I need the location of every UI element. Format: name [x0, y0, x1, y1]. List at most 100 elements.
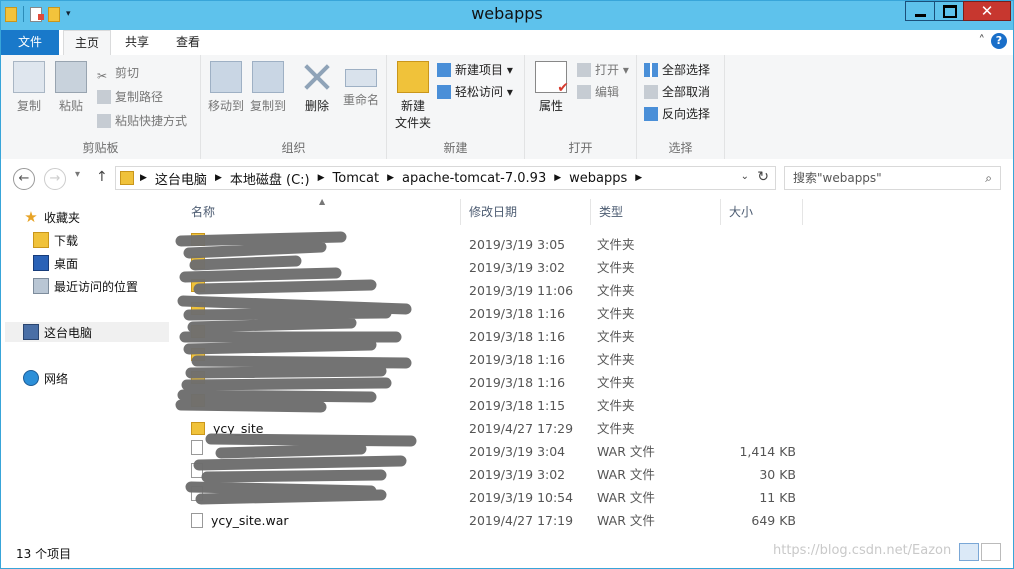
file-size: 649 KB [751, 513, 796, 528]
file-date: 2019/3/18 1:16 [469, 306, 566, 321]
view-toggle [959, 543, 1001, 561]
open-label: 打开 [595, 63, 620, 77]
rename-label: 重命名 [342, 93, 379, 107]
desktop-icon [33, 255, 49, 271]
move-to-button[interactable]: 移动到 [205, 61, 247, 114]
refresh-icon[interactable]: ↻ [757, 169, 769, 185]
properties-label: 属性 [538, 99, 563, 113]
new-folder-button[interactable]: 新建 文件夹 [391, 61, 435, 131]
back-button[interactable]: ← [13, 168, 35, 190]
breadcrumb-arrow-icon[interactable]: ▶ [554, 173, 561, 183]
properties-button[interactable]: 属性 [531, 61, 571, 114]
collapse-ribbon-icon[interactable]: ˄ [979, 34, 986, 49]
up-arrow-icon[interactable]: ↑ [96, 169, 108, 185]
network-icon [23, 370, 39, 386]
search-input[interactable]: 搜索"webapps" ⌕ [784, 166, 1001, 190]
nav-network-label: 网络 [44, 371, 69, 386]
file-date: 2019/3/18 1:16 [469, 329, 566, 344]
minimize-button[interactable] [905, 1, 935, 21]
file-date: 2019/3/19 11:06 [469, 283, 574, 298]
file-date: 2019/3/19 3:05 [469, 237, 566, 252]
easy-access-button[interactable]: 轻松访问 ▾ [437, 82, 513, 102]
nav-this-pc[interactable]: 这台电脑 [5, 322, 169, 342]
select-none-icon [644, 85, 658, 99]
tab-home[interactable]: 主页 [63, 30, 111, 56]
nav-desktop-label: 桌面 [54, 256, 79, 271]
item-count: 13 个项目 [16, 547, 72, 561]
new-item-icon [437, 63, 451, 77]
delete-button[interactable]: 删除 [297, 61, 337, 114]
chevron-down-icon[interactable]: ⌄ [741, 171, 749, 182]
breadcrumb-local-disk[interactable]: 本地磁盘 (C:) [230, 169, 310, 188]
select-none-button[interactable]: 全部取消 [644, 82, 710, 102]
rename-icon [345, 69, 377, 87]
breadcrumb-apache-tomcat[interactable]: apache-tomcat-7.0.93 [402, 171, 546, 186]
edit-button[interactable]: 编辑 [577, 82, 619, 102]
downloads-icon [33, 232, 49, 248]
open-group-label: 打开 [568, 141, 593, 155]
rename-button[interactable]: 重命名 [339, 61, 383, 108]
tab-share[interactable]: 共享 [115, 30, 159, 55]
breadcrumb-arrow-icon[interactable]: ▶ [140, 173, 147, 183]
column-header-size[interactable]: 大小 [721, 199, 803, 225]
new-group-label: 新建 [443, 141, 468, 155]
maximize-button[interactable] [934, 1, 964, 21]
file-type: 文件夹 [597, 352, 635, 367]
breadcrumb-arrow-icon[interactable]: ▶ [318, 173, 325, 183]
address-bar[interactable]: ▶ 这台电脑 ▶ 本地磁盘 (C:) ▶ Tomcat ▶ apache-tom… [115, 166, 776, 190]
file-type: 文件夹 [597, 329, 635, 344]
copy-path-button[interactable]: 复制路径 [97, 87, 163, 107]
nav-downloads[interactable]: 下载 [33, 230, 78, 250]
new-item-button[interactable]: 新建项目 ▾ [437, 60, 513, 80]
ribbon-tabs: 文件 主页 共享 查看 [1, 30, 1013, 56]
paste-shortcut-button[interactable]: 粘贴快捷方式 [97, 111, 187, 131]
folder-icon [120, 171, 134, 185]
cut-button[interactable]: ✂ 剪切 [97, 63, 139, 83]
nav-recent[interactable]: 最近访问的位置 [33, 276, 138, 296]
invert-selection-label: 反向选择 [662, 107, 711, 121]
file-date: 2019/3/18 1:16 [469, 375, 566, 390]
breadcrumb-webapps[interactable]: webapps [569, 171, 627, 186]
properties-icon [535, 61, 569, 96]
nav-favorites[interactable]: ★ 收藏夹 [23, 207, 80, 227]
copy-button[interactable]: 复制 [9, 61, 49, 114]
breadcrumb-arrow-icon[interactable]: ▶ [635, 173, 642, 183]
column-header-date[interactable]: 修改日期 [461, 199, 591, 225]
breadcrumb-arrow-icon[interactable]: ▶ [215, 173, 222, 183]
move-to-label: 移动到 [207, 99, 244, 113]
tab-file[interactable]: 文件 [1, 30, 59, 55]
ribbon-help-area: ˄ ? [979, 33, 1007, 49]
breadcrumb-tomcat[interactable]: Tomcat [333, 171, 380, 186]
paste-button[interactable]: 粘贴 [51, 61, 91, 114]
help-icon[interactable]: ? [991, 33, 1007, 49]
open-button[interactable]: 打开 ▾ [577, 60, 629, 80]
breadcrumb-arrow-icon[interactable]: ▶ [387, 173, 394, 183]
navigation-pane: ★ 收藏夹 下载 桌面 最近访问的位置 这台电脑 网络 [1, 199, 171, 539]
file-date: 2019/3/18 1:15 [469, 398, 566, 413]
search-icon[interactable]: ⌕ [985, 167, 992, 189]
nav-favorites-label: 收藏夹 [44, 210, 81, 225]
invert-selection-button[interactable]: 反向选择 [644, 104, 710, 124]
new-item-label: 新建项目 [455, 63, 504, 77]
nav-network[interactable]: 网络 [23, 368, 68, 388]
file-type: 文件夹 [597, 237, 635, 252]
details-view-icon[interactable] [959, 543, 979, 561]
file-type: WAR 文件 [597, 490, 655, 505]
recent-locations-icon[interactable]: ▾ [75, 169, 80, 180]
large-icons-view-icon[interactable] [981, 543, 1001, 561]
file-type: 文件夹 [597, 260, 635, 275]
forward-button[interactable]: → [44, 168, 66, 190]
column-header-type[interactable]: 类型 [591, 199, 721, 225]
select-all-button[interactable]: 全部选择 [644, 60, 710, 80]
breadcrumb-this-pc[interactable]: 这台电脑 [155, 169, 207, 188]
navigation-bar: ← → ▾ ↑ ▶ 这台电脑 ▶ 本地磁盘 (C:) ▶ Tomcat ▶ ap… [1, 159, 1013, 199]
new-folder-icon [397, 61, 429, 93]
copy-to-button[interactable]: 复制到 [247, 61, 289, 114]
nav-desktop[interactable]: 桌面 [33, 253, 78, 273]
tab-view[interactable]: 查看 [165, 30, 211, 55]
select-all-label: 全部选择 [662, 63, 711, 77]
easy-access-icon [437, 85, 451, 99]
close-button[interactable]: ✕ [963, 1, 1011, 21]
select-all-icon [644, 63, 658, 77]
file-size: 11 KB [759, 490, 796, 505]
